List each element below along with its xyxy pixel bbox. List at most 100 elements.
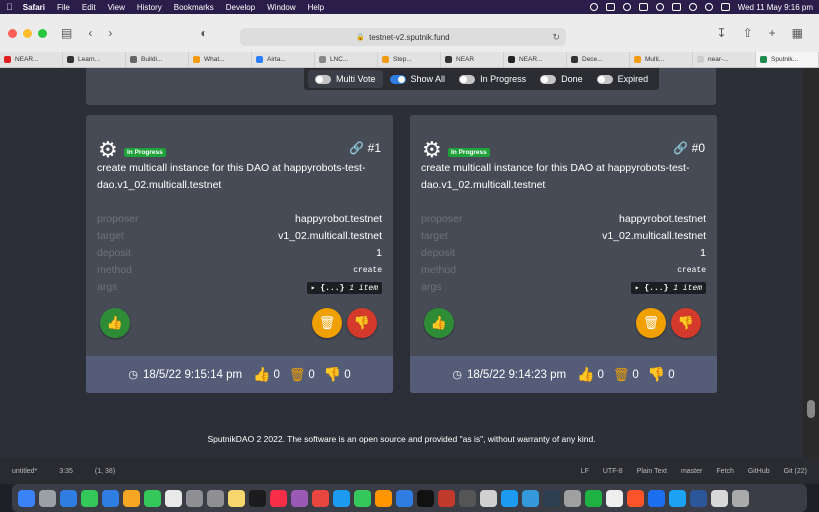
dock-app-icon[interactable] <box>606 489 623 507</box>
browser-tab[interactable]: NEAR <box>441 52 504 67</box>
filter-expired[interactable]: Expired <box>590 70 656 88</box>
browser-tab[interactable]: Step... <box>378 52 441 67</box>
share-icon[interactable]: ⇧ <box>743 26 753 40</box>
privacy-shield-icon[interactable]: ◐ <box>200 26 207 40</box>
forward-icon[interactable]: › <box>108 26 112 40</box>
spotlight-icon[interactable] <box>704 3 713 11</box>
approve-button[interactable]: 👍 <box>100 308 130 338</box>
dock-app-icon[interactable] <box>39 489 56 507</box>
dock-app-icon[interactable] <box>522 489 539 507</box>
dock-app-icon[interactable] <box>648 489 665 507</box>
menu-help[interactable]: Help <box>308 3 324 12</box>
editor-line-ending[interactable]: LF <box>581 468 589 475</box>
tab-overview-icon[interactable]: ▦ <box>792 26 803 40</box>
approve-button[interactable]: 👍 <box>424 308 454 338</box>
filter-in-progress[interactable]: In Progress <box>452 70 533 88</box>
menu-app-name[interactable]: Safari <box>23 3 45 12</box>
editor-cursor-position[interactable]: 3:35 <box>59 468 73 475</box>
apple-icon[interactable]:  <box>6 2 13 12</box>
editor-file-name[interactable]: untitled* <box>12 468 37 475</box>
dock-app-icon[interactable] <box>396 489 413 507</box>
dock-app-icon[interactable] <box>249 489 266 507</box>
dock-app-icon[interactable] <box>102 489 119 507</box>
minimize-window-button[interactable] <box>23 28 32 38</box>
menu-history[interactable]: History <box>137 3 162 12</box>
dock-app-icon[interactable] <box>501 489 518 507</box>
dock-app-icon[interactable] <box>165 489 182 507</box>
proposal-link[interactable]: 🔗 #0 <box>673 141 705 155</box>
dock-app-icon[interactable] <box>459 489 476 507</box>
filter-multi-vote[interactable]: Multi Vote <box>308 70 383 88</box>
dock-app-icon[interactable] <box>669 489 686 507</box>
close-window-button[interactable] <box>8 28 17 38</box>
proposal-link[interactable]: 🔗 #1 <box>349 141 381 155</box>
browser-tab[interactable]: Buildi... <box>126 52 189 67</box>
args-viewer[interactable]: ▸ {...} 1 item <box>306 282 382 294</box>
menu-file[interactable]: File <box>57 3 70 12</box>
vlc-icon[interactable] <box>605 3 615 11</box>
status-icon[interactable] <box>589 3 598 11</box>
toggle-switch[interactable] <box>596 74 613 84</box>
dock-app-icon[interactable] <box>690 489 707 507</box>
toggle-switch[interactable] <box>389 74 406 84</box>
remove-button[interactable]: 🗑 <box>312 308 342 338</box>
browser-tab[interactable]: NEAR... <box>504 52 567 67</box>
address-bar[interactable]: 🔒 testnet-v2.sputnik.fund ↻ <box>240 28 566 46</box>
bluetooth-icon[interactable] <box>638 3 648 11</box>
dock-app-icon[interactable] <box>417 489 434 507</box>
menu-view[interactable]: View <box>108 3 125 12</box>
dock-app-icon[interactable] <box>543 489 560 507</box>
menu-clock[interactable]: Wed 11 May 9:16 pm <box>738 3 813 12</box>
toggle-switch[interactable] <box>459 74 476 84</box>
dock-app-icon[interactable] <box>480 489 497 507</box>
toggle-switch[interactable] <box>540 74 557 84</box>
reject-button[interactable]: 👎 <box>347 308 377 338</box>
downloads-icon[interactable]: ↧ <box>717 26 727 40</box>
menu-develop[interactable]: Develop <box>226 3 255 12</box>
browser-tab[interactable]: Sputnik... <box>756 52 819 67</box>
browser-tab[interactable]: LNC... <box>315 52 378 67</box>
dock-app-icon[interactable] <box>207 489 224 507</box>
dock-app-icon[interactable] <box>291 489 308 507</box>
zoom-window-button[interactable] <box>38 28 47 38</box>
new-tab-icon[interactable]: + <box>769 26 776 40</box>
dock-app-icon[interactable] <box>438 489 455 507</box>
dock-app-icon[interactable] <box>270 489 287 507</box>
dock-app-icon[interactable] <box>711 489 728 507</box>
browser-tab[interactable]: Airta... <box>252 52 315 67</box>
editor-git[interactable]: Git (22) <box>784 468 807 475</box>
dock-app-icon[interactable] <box>123 489 140 507</box>
editor-branch[interactable]: master <box>681 468 702 475</box>
dock-app-icon[interactable] <box>18 489 35 507</box>
dock-app-icon[interactable] <box>627 489 644 507</box>
dock-app-icon[interactable] <box>564 489 581 507</box>
browser-tab[interactable]: What... <box>189 52 252 67</box>
browser-tab[interactable]: near-... <box>693 52 756 67</box>
editor-syntax[interactable]: Plain Text <box>637 468 667 475</box>
menu-bookmarks[interactable]: Bookmarks <box>174 3 214 12</box>
browser-tab[interactable]: Dece... <box>567 52 630 67</box>
wifi-icon[interactable] <box>688 3 697 11</box>
editor-github[interactable]: GitHub <box>748 468 770 475</box>
editor-encoding[interactable]: UTF-8 <box>603 468 623 475</box>
filter-done[interactable]: Done <box>533 70 590 88</box>
filter-show-all[interactable]: Show All <box>383 70 453 88</box>
sidebar-icon[interactable]: ▤ <box>61 26 72 40</box>
remove-button[interactable]: 🗑 <box>636 308 666 338</box>
toggle-switch[interactable] <box>315 74 331 84</box>
browser-tab[interactable]: NEAR... <box>0 52 63 67</box>
reject-button[interactable]: 👎 <box>671 308 701 338</box>
dock-app-icon[interactable] <box>375 489 392 507</box>
dock-app-icon[interactable] <box>186 489 203 507</box>
scrollbar-thumb[interactable] <box>807 400 815 418</box>
args-viewer[interactable]: ▸ {...} 1 item <box>630 282 706 294</box>
dock-app-icon[interactable] <box>333 489 350 507</box>
back-icon[interactable]: ‹ <box>88 26 92 40</box>
play-icon[interactable] <box>655 3 664 11</box>
telegram-icon[interactable] <box>622 3 631 11</box>
dock-app-icon[interactable] <box>732 489 749 507</box>
dock-app-icon[interactable] <box>312 489 329 507</box>
browser-tab[interactable]: Learn... <box>63 52 126 67</box>
reload-icon[interactable]: ↻ <box>552 32 560 43</box>
battery-icon[interactable] <box>671 3 681 11</box>
